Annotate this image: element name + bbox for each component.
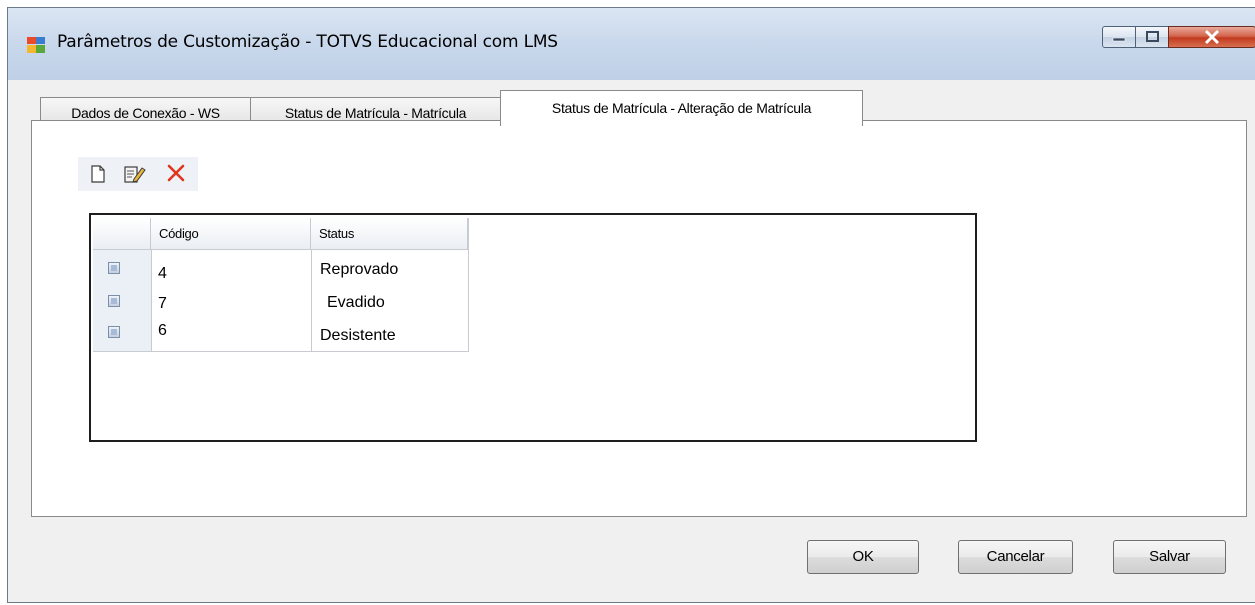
window-title: Parâmetros de Customização - TOTVS Educa… <box>57 32 558 52</box>
cancel-button[interactable]: Cancelar <box>958 540 1073 574</box>
maximize-icon <box>1146 31 1159 42</box>
row-checkbox[interactable] <box>108 262 120 274</box>
tab-status-alteracao-matricula[interactable]: Status de Matrícula - Alteração de Matrí… <box>500 90 863 126</box>
minimize-button[interactable] <box>1102 26 1136 48</box>
row-selector-column <box>93 250 152 351</box>
column-header-codigo[interactable]: Código <box>151 218 311 250</box>
close-button[interactable] <box>1168 26 1255 48</box>
save-button[interactable]: Salvar <box>1113 540 1226 574</box>
cell-codigo[interactable]: 4 <box>158 265 167 283</box>
new-document-icon[interactable] <box>90 165 106 183</box>
minimize-icon <box>1112 37 1126 42</box>
window-controls <box>1102 26 1255 50</box>
cell-status[interactable]: Evadido <box>327 294 385 312</box>
row-divider <box>93 351 469 352</box>
cell-status[interactable]: Reprovado <box>320 261 398 279</box>
title-bar[interactable]: Parâmetros de Customização - TOTVS Educa… <box>8 8 1255 80</box>
app-icon <box>27 37 45 53</box>
column-divider <box>468 218 469 351</box>
ok-button[interactable]: OK <box>807 540 919 574</box>
column-divider <box>311 250 312 351</box>
delete-icon[interactable] <box>166 163 186 183</box>
grid-row-header-corner <box>93 218 151 250</box>
edit-icon[interactable] <box>124 164 146 184</box>
column-header-status[interactable]: Status <box>311 218 468 250</box>
maximize-button[interactable] <box>1135 26 1169 48</box>
cell-codigo[interactable]: 6 <box>158 322 167 340</box>
cell-status[interactable]: Desistente <box>320 327 396 345</box>
cell-codigo[interactable]: 7 <box>158 295 167 313</box>
close-icon <box>1204 29 1220 45</box>
row-checkbox[interactable] <box>108 326 120 338</box>
row-checkbox[interactable] <box>108 295 120 307</box>
